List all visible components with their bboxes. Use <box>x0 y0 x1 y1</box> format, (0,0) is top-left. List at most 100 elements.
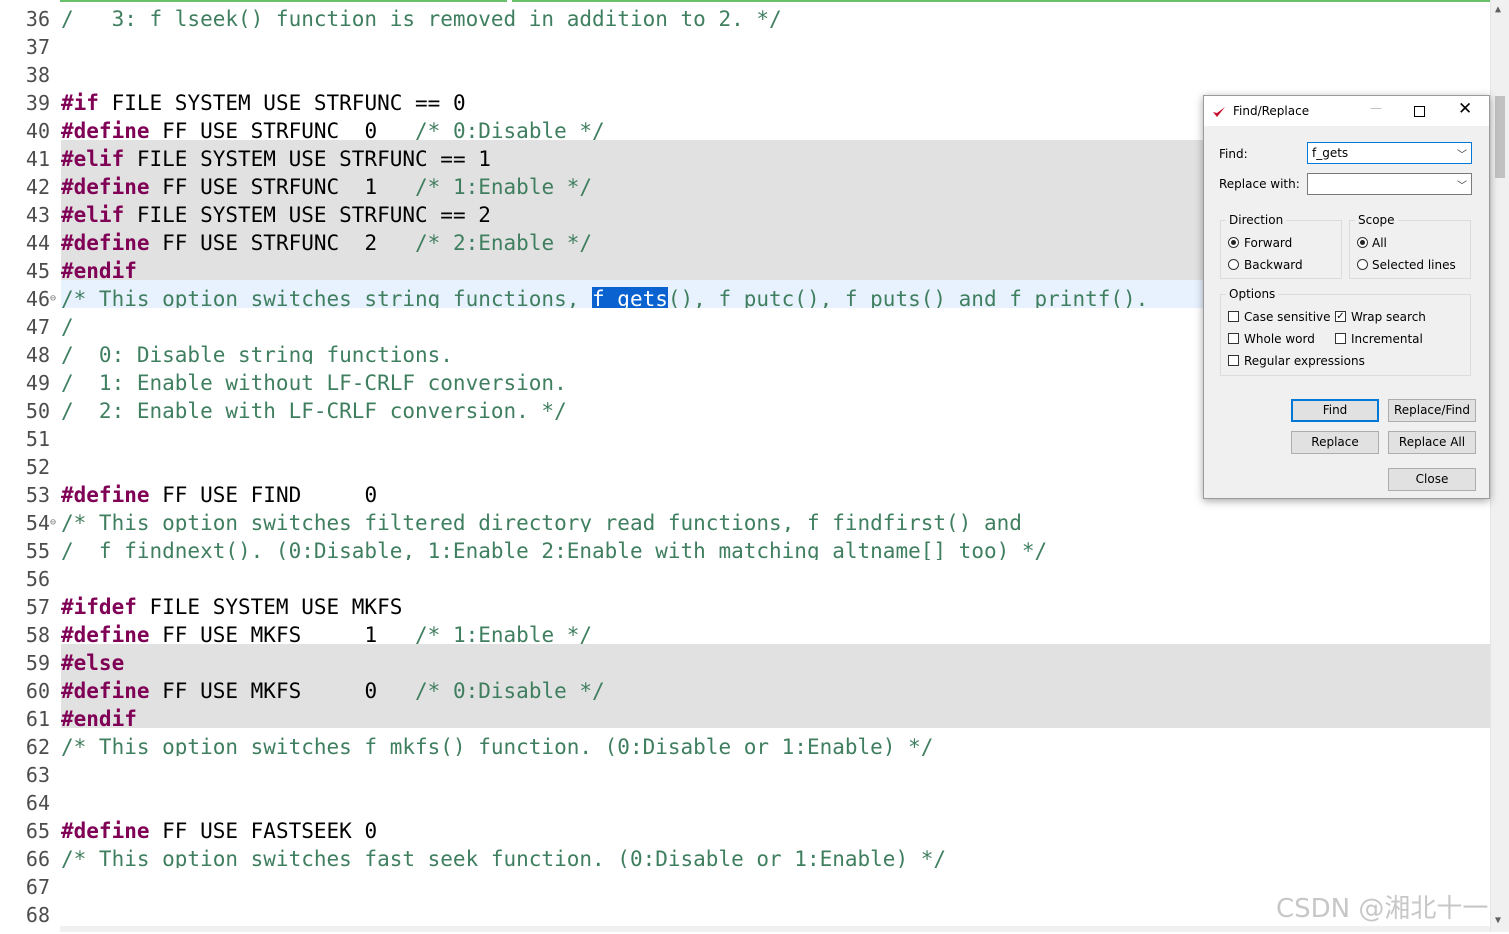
replace-label: Replace with: <box>1219 177 1300 191</box>
code-token: #else <box>61 651 125 672</box>
wrap-search-label[interactable]: Wrap search <box>1351 310 1426 324</box>
chevron-down-icon[interactable]: ﹀ <box>1457 146 1467 161</box>
code-line[interactable]: 64 <box>0 784 1490 815</box>
close-icon[interactable]: ✕ <box>1458 99 1472 119</box>
code-text[interactable] <box>61 560 1490 588</box>
code-text[interactable]: #else <box>61 644 1490 672</box>
code-token: / f_findnext(). (0:Disable, 1:Enable 2:E… <box>61 539 833 560</box>
scope-all-label[interactable]: All <box>1372 236 1387 250</box>
code-line[interactable]: 59 #else <box>0 644 1490 675</box>
code-token: #elif <box>61 147 125 168</box>
code-line[interactable]: 37 <box>0 28 1490 59</box>
scope-all-radio[interactable] <box>1357 237 1368 248</box>
code-line[interactable]: 68 <box>0 896 1490 927</box>
line-number: 45 <box>25 259 50 283</box>
backward-label[interactable]: Backward <box>1244 258 1303 272</box>
whole-word-label[interactable]: Whole word <box>1244 332 1315 346</box>
code-text[interactable]: / 3: f_lseek() function is removed in ad… <box>61 0 1490 28</box>
replace-all-button[interactable]: Replace All <box>1388 431 1476 454</box>
code-line[interactable]: 56 <box>0 560 1490 591</box>
code-text[interactable]: #define FF_USE_MKFS 0 /* 0:Disable */ <box>61 672 1490 700</box>
code-line[interactable]: 57 #ifdef FILE_SYSTEM_USE_MKFS <box>0 588 1490 619</box>
code-text[interactable]: #define FF_USE_FASTSEEK 0 <box>61 812 1490 840</box>
find-button[interactable]: Find <box>1291 399 1379 422</box>
code-token: #define <box>61 119 150 140</box>
code-line[interactable]: 63 <box>0 756 1490 787</box>
code-line[interactable]: 67 <box>0 868 1490 899</box>
dialog-titlebar[interactable]: Find/Replace — ✕ <box>1204 96 1489 126</box>
line-number: 68 <box>25 903 50 927</box>
code-line[interactable]: 38 <box>0 56 1490 87</box>
code-line[interactable]: 61 #endif <box>0 700 1490 731</box>
code-text[interactable]: / f_findnext(). (0:Disable, 1:Enable 2:E… <box>61 532 1490 560</box>
line-number: 51 <box>25 427 50 451</box>
maximize-icon[interactable] <box>1414 106 1425 117</box>
code-text[interactable]: /* This option switches f_mkfs() functio… <box>61 728 1490 756</box>
code-line[interactable]: 60 #define FF_USE_MKFS 0 /* 0:Disable */ <box>0 672 1490 703</box>
code-token: /* 0:Disable */ <box>415 679 605 700</box>
code-line[interactable]: 66 /* This option switches fast seek func… <box>0 840 1490 871</box>
incremental-checkbox[interactable] <box>1335 333 1346 344</box>
scope-title: Scope <box>1355 213 1398 227</box>
find-combo[interactable]: f_gets ﹀ <box>1307 142 1472 164</box>
code-line[interactable]: 65 #define FF_USE_FASTSEEK 0 <box>0 812 1490 843</box>
line-number: 44 <box>25 231 50 255</box>
code-text[interactable]: /* This option switches fast seek functi… <box>61 840 1490 868</box>
horizontal-scrollbar[interactable] <box>60 926 1490 932</box>
regular-expressions-checkbox[interactable] <box>1228 355 1239 366</box>
line-number: 59 <box>25 651 50 675</box>
code-token: #define <box>61 679 150 700</box>
code-line[interactable]: 58 #define FF_USE_MKFS 1 /* 1:Enable */ <box>0 616 1490 647</box>
replace-button[interactable]: Replace <box>1291 431 1379 454</box>
fold-toggle-icon[interactable]: ⊖ <box>50 504 60 532</box>
code-token: FILE_SYSTEM_USE_STRFUNC == 0 <box>98 91 466 112</box>
fold-toggle-icon[interactable]: ⊖ <box>50 280 60 308</box>
code-line[interactable]: 55 / f_findnext(). (0:Disable, 1:Enable 2… <box>0 532 1490 563</box>
wrap-search-checkbox[interactable]: ✓ <box>1335 311 1346 322</box>
code-line[interactable]: 36 / 3: f_lseek() function is removed in … <box>0 0 1490 31</box>
code-line[interactable]: 62 /* This option switches f_mkfs() funct… <box>0 728 1490 759</box>
chevron-down-icon[interactable]: ﹀ <box>1457 177 1467 192</box>
code-text[interactable]: #ifdef FILE_SYSTEM_USE_MKFS <box>61 588 1490 616</box>
code-token: #define <box>61 623 150 644</box>
forward-radio[interactable] <box>1228 237 1239 248</box>
code-text[interactable]: #define FF_USE_MKFS 1 /* 1:Enable */ <box>61 616 1490 644</box>
code-token: /* 1:Enable */ <box>415 175 593 196</box>
vertical-scrollbar[interactable]: ▲ ▼ <box>1490 0 1509 932</box>
scroll-down-arrow-icon[interactable]: ▼ <box>1495 915 1501 926</box>
whole-word-checkbox[interactable] <box>1228 333 1239 344</box>
code-line[interactable]: 54 ⊖/* This option switches filtered dire… <box>0 504 1490 535</box>
code-token: [] too) */ <box>920 539 1048 560</box>
selected-lines-label[interactable]: Selected lines <box>1372 258 1456 272</box>
code-text[interactable]: /* This option switches filtered directo… <box>61 504 1490 532</box>
code-token: FF_USE_FIND 0 <box>149 483 378 504</box>
code-token: FF_USE_STRFUNC 2 <box>149 231 416 252</box>
code-token: / 1: Enable without LF-CRLF conversion. <box>61 371 567 392</box>
incremental-label[interactable]: Incremental <box>1351 332 1423 346</box>
code-text[interactable] <box>61 756 1490 784</box>
code-token: #endif <box>61 707 137 728</box>
code-text[interactable] <box>61 784 1490 812</box>
code-token: #ifdef <box>61 595 137 616</box>
scrollbar-thumb[interactable] <box>1495 96 1505 178</box>
forward-label[interactable]: Forward <box>1244 236 1292 250</box>
minimize-icon[interactable]: — <box>1370 101 1382 115</box>
code-token: #define <box>61 175 150 196</box>
close-button[interactable]: Close <box>1388 468 1476 491</box>
replace-combo[interactable]: ﹀ <box>1307 173 1472 195</box>
replace-find-button[interactable]: Replace/Find <box>1388 399 1476 422</box>
find-input[interactable]: f_gets <box>1312 146 1348 160</box>
scroll-up-arrow-icon[interactable]: ▲ <box>1495 4 1501 15</box>
code-text[interactable]: #endif <box>61 700 1490 728</box>
code-text[interactable] <box>61 28 1490 56</box>
code-text[interactable] <box>61 56 1490 84</box>
line-number: 67 <box>25 875 50 899</box>
regular-expressions-label[interactable]: Regular expressions <box>1244 354 1365 368</box>
code-token: /* 1:Enable */ <box>415 623 593 644</box>
code-token: /* This option switches f_mkfs() functio… <box>61 735 934 756</box>
backward-radio[interactable] <box>1228 259 1239 270</box>
case-sensitive-label[interactable]: Case sensitive <box>1244 310 1331 324</box>
line-number: 63 <box>25 763 50 787</box>
selected-lines-radio[interactable] <box>1357 259 1368 270</box>
case-sensitive-checkbox[interactable] <box>1228 311 1239 322</box>
